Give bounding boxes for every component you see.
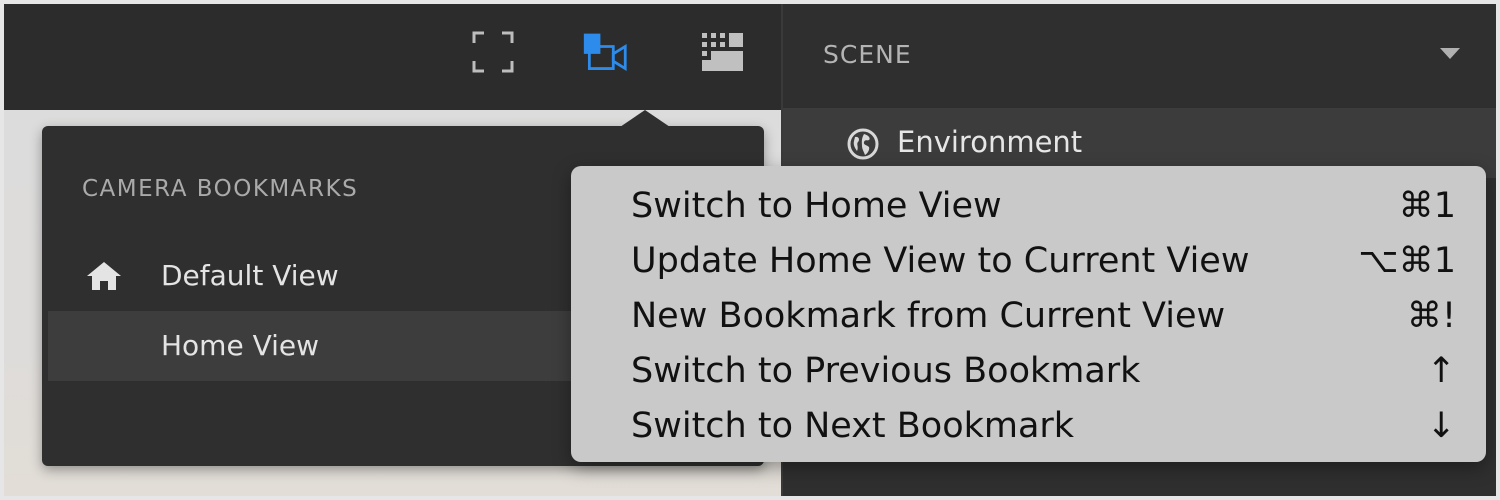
- menu-item-label: Switch to Previous Bookmark: [631, 351, 1141, 391]
- globe-icon: [847, 128, 879, 160]
- home-icon: [87, 262, 121, 290]
- scene-title: SCENE: [823, 40, 912, 69]
- grid-icon[interactable]: [700, 29, 746, 75]
- menu-item-next-bookmark[interactable]: Switch to Next Bookmark ↓: [571, 398, 1486, 453]
- menu-item-shortcut: ⌥⌘1: [1358, 241, 1456, 281]
- viewport-toolbar: [4, 4, 781, 110]
- menu-item-label: New Bookmark from Current View: [631, 296, 1226, 336]
- popover-notch: [620, 110, 670, 127]
- menu-item-label: Switch to Home View: [631, 186, 1002, 226]
- bookmarks-title: CAMERA BOOKMARKS: [82, 176, 359, 202]
- camera-bookmarks-icon[interactable]: [582, 29, 628, 75]
- menu-item-label: Update Home View to Current View: [631, 241, 1250, 281]
- menu-item-shortcut: ↓: [1426, 406, 1456, 446]
- menu-item-new-bookmark[interactable]: New Bookmark from Current View ⌘!: [571, 288, 1486, 343]
- menu-item-label: Switch to Next Bookmark: [631, 406, 1075, 446]
- menu-item-update-home-view[interactable]: Update Home View to Current View ⌥⌘1: [571, 233, 1486, 288]
- scene-item-label: Environment: [897, 125, 1083, 159]
- chevron-down-icon[interactable]: [1440, 48, 1460, 59]
- menu-item-shortcut: ↑: [1426, 351, 1456, 391]
- menu-item-switch-to-home-view[interactable]: Switch to Home View ⌘1: [571, 178, 1486, 233]
- menu-item-shortcut: ⌘1: [1398, 186, 1456, 226]
- menu-item-previous-bookmark[interactable]: Switch to Previous Bookmark ↑: [571, 343, 1486, 398]
- menu-item-shortcut: ⌘!: [1406, 296, 1456, 336]
- bookmark-context-menu: Switch to Home View ⌘1 Update Home View …: [571, 166, 1486, 462]
- app-window: SCENE Environment CAMERA BOOKMARKS Defau…: [0, 0, 1500, 500]
- scene-header: SCENE: [783, 4, 1496, 108]
- fullscreen-icon[interactable]: [470, 29, 516, 75]
- bookmark-label: Home View: [161, 329, 320, 362]
- bookmark-label: Default View: [161, 259, 339, 292]
